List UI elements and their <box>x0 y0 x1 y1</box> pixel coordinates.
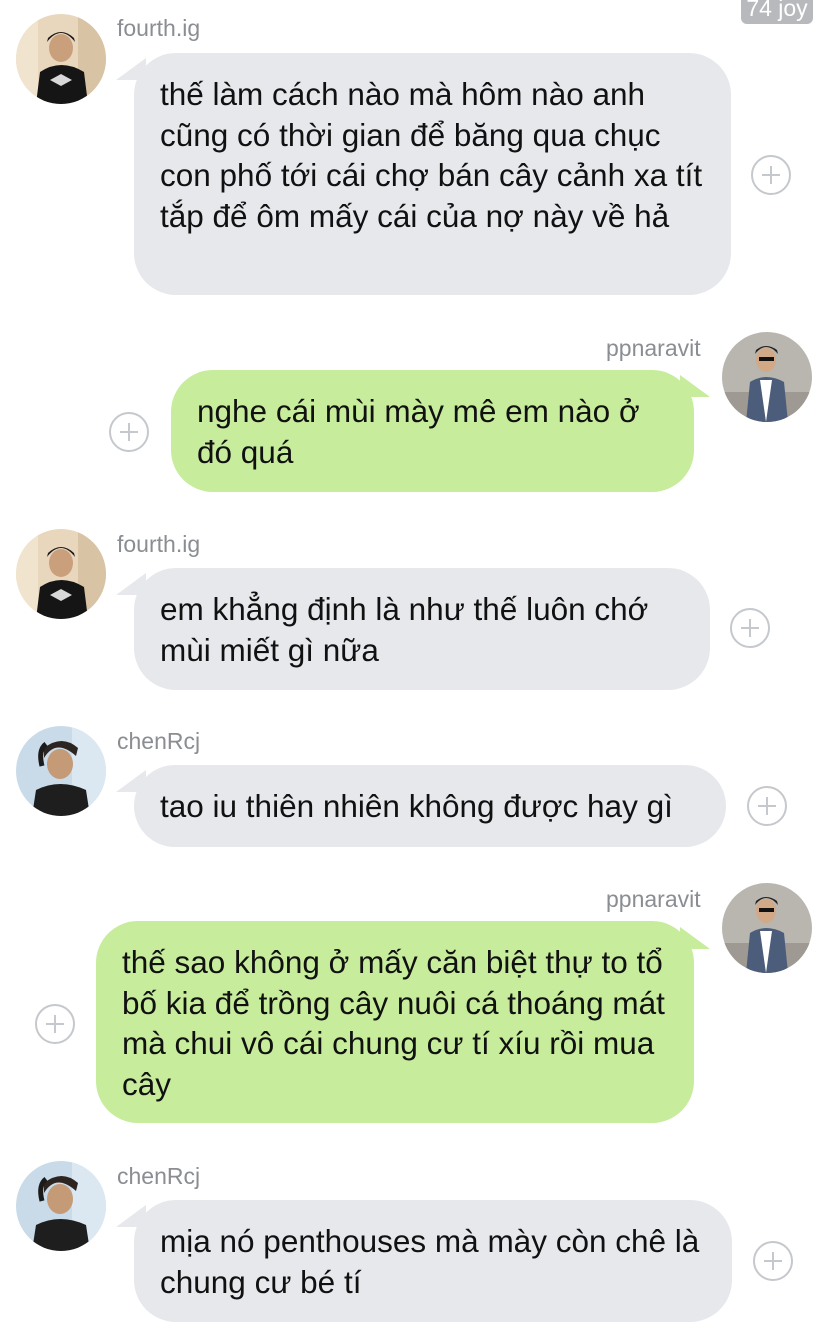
username-fourth: fourth.ig <box>117 531 201 557</box>
message-bubble-3[interactable]: em khẳng định là như thế luôn chớ mùi mi… <box>134 568 710 690</box>
username-chen: chenRcj <box>117 1163 201 1189</box>
username-ppnaravit: ppnaravit <box>606 335 701 361</box>
plus-circle-icon[interactable] <box>109 412 149 452</box>
plus-circle-icon[interactable] <box>753 1241 793 1281</box>
message-bubble-2[interactable]: nghe cái mùi mày mê em nào ở đó quá <box>171 370 694 492</box>
username-chen: chenRcj <box>117 728 201 754</box>
avatar-fourth[interactable] <box>16 529 106 619</box>
top-badge: 74 joy <box>741 0 813 24</box>
message-bubble-6[interactable]: mịa nó penthouses mà mày còn chê là chun… <box>134 1200 732 1322</box>
plus-circle-icon[interactable] <box>751 155 791 195</box>
avatar-ppnaravit[interactable] <box>722 883 812 973</box>
avatar-ppnaravit[interactable] <box>722 332 812 422</box>
message-bubble-1[interactable]: thế làm cách nào mà hôm nào anh cũng có … <box>134 53 731 295</box>
avatar-chen[interactable] <box>16 726 106 816</box>
plus-circle-icon[interactable] <box>730 608 770 648</box>
plus-circle-icon[interactable] <box>747 786 787 826</box>
avatar-chen[interactable] <box>16 1161 106 1251</box>
username-ppnaravit: ppnaravit <box>606 886 701 912</box>
message-bubble-5[interactable]: thế sao không ở mấy căn biệt thự to tổ b… <box>96 921 694 1123</box>
username-fourth: fourth.ig <box>117 15 201 41</box>
message-bubble-4[interactable]: tao iu thiên nhiên không được hay gì <box>134 765 726 847</box>
plus-circle-icon[interactable] <box>35 1004 75 1044</box>
avatar-fourth[interactable] <box>16 14 106 104</box>
